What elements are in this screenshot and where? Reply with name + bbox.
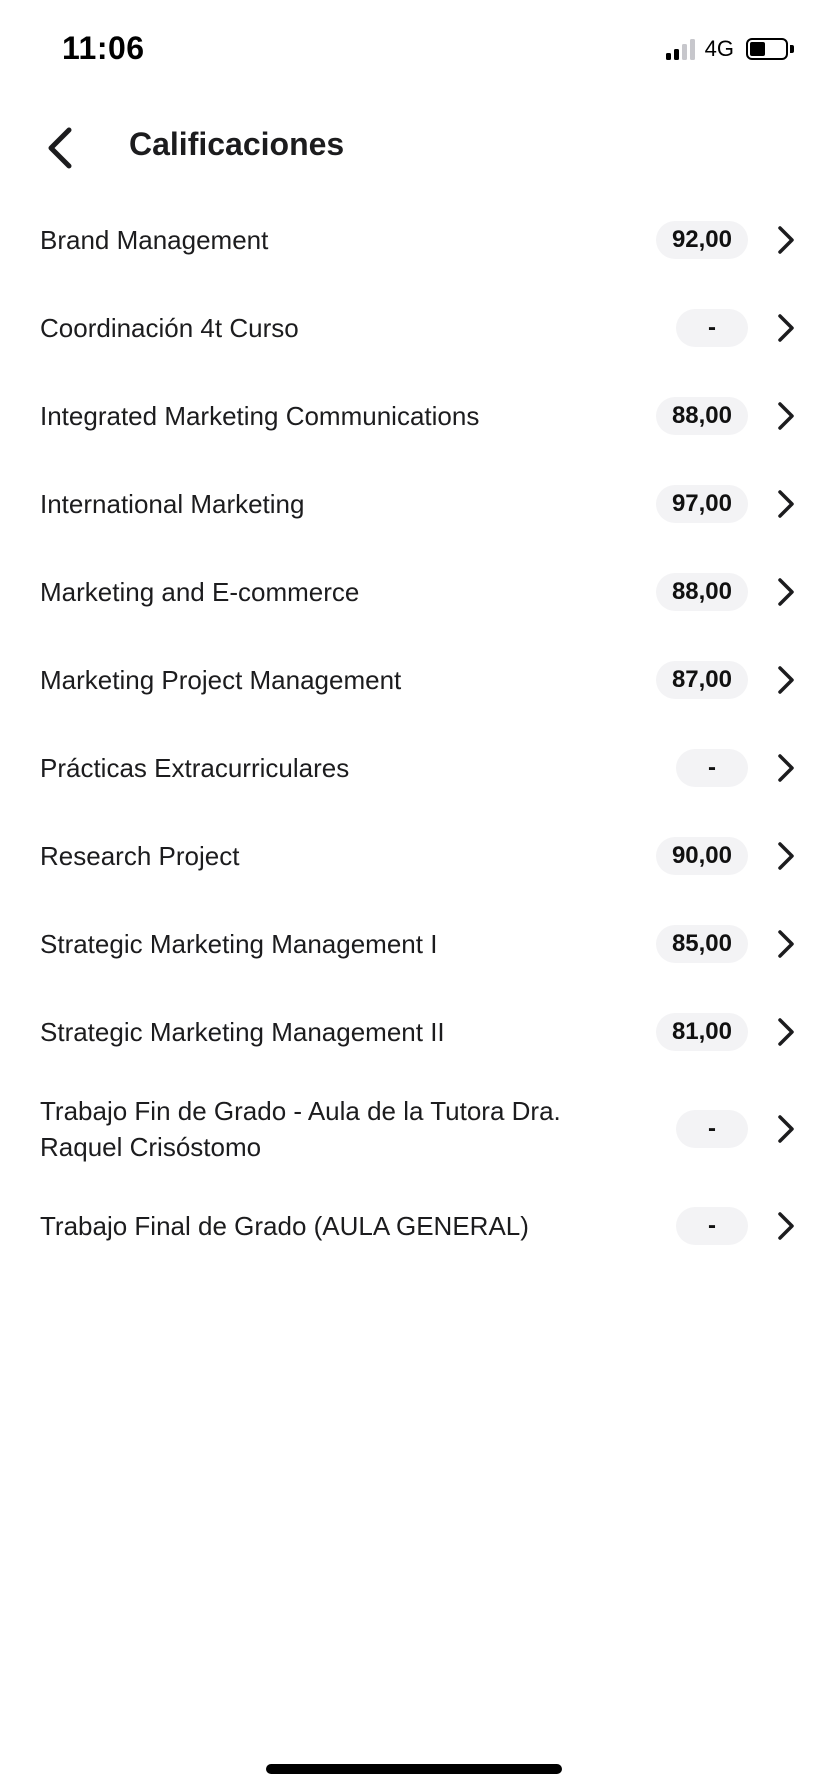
course-name: Marketing and E-commerce bbox=[40, 577, 360, 607]
grade-row[interactable]: International Marketing 97,00 bbox=[0, 460, 828, 548]
grade-row[interactable]: Integrated Marketing Communications 88,00 bbox=[0, 372, 828, 460]
network-type: 4G bbox=[704, 36, 734, 61]
battery-icon bbox=[746, 38, 794, 60]
grade-row[interactable]: Marketing Project Management 87,00 bbox=[0, 636, 828, 724]
grade-badge: 81,00 bbox=[655, 1013, 748, 1051]
status-indicators: 4G bbox=[665, 36, 794, 62]
course-name: Strategic Marketing Management I bbox=[40, 929, 438, 959]
chevron-right-icon bbox=[778, 930, 794, 958]
signal-bar bbox=[673, 49, 679, 60]
grade-badge: - bbox=[676, 309, 748, 347]
course-name: Research Project bbox=[40, 841, 240, 871]
status-bar: 11:06 4G bbox=[0, 0, 828, 100]
chevron-right-icon bbox=[778, 666, 794, 694]
grade-badge: 88,00 bbox=[655, 573, 748, 611]
course-name: Coordinación 4t Curso bbox=[40, 313, 299, 343]
grade-badge: - bbox=[676, 1207, 748, 1245]
grade-row[interactable]: Strategic Marketing Management II 81,00 bbox=[0, 988, 828, 1076]
page-title: Calificaciones bbox=[129, 126, 345, 162]
course-name: Marketing Project Management bbox=[40, 665, 402, 695]
grade-row[interactable]: Brand Management 92,00 bbox=[0, 196, 828, 284]
back-button[interactable] bbox=[32, 120, 88, 176]
grade-badge: - bbox=[676, 1110, 748, 1148]
course-name: Integrated Marketing Communications bbox=[40, 401, 480, 431]
grade-row[interactable]: Research Project 90,00 bbox=[0, 812, 828, 900]
signal-icon bbox=[665, 38, 695, 60]
chevron-right-icon bbox=[778, 490, 794, 518]
grade-row[interactable]: Coordinación 4t Curso - bbox=[0, 284, 828, 372]
course-name: Strategic Marketing Management II bbox=[40, 1017, 445, 1047]
chevron-right-icon bbox=[778, 842, 794, 870]
chevron-left-icon bbox=[48, 127, 72, 169]
chevron-right-icon bbox=[778, 314, 794, 342]
status-time: 11:06 bbox=[62, 30, 145, 66]
course-name: Brand Management bbox=[40, 225, 269, 255]
course-name: International Marketing bbox=[40, 489, 305, 519]
chevron-right-icon bbox=[778, 1212, 794, 1240]
grade-badge: 85,00 bbox=[655, 925, 748, 963]
signal-bar bbox=[681, 44, 687, 60]
chevron-right-icon bbox=[778, 402, 794, 430]
grade-badge: - bbox=[676, 749, 748, 787]
grade-badge: 87,00 bbox=[655, 661, 748, 699]
chevron-right-icon bbox=[778, 226, 794, 254]
chevron-right-icon bbox=[778, 1115, 794, 1143]
nav-header: Calificaciones bbox=[0, 110, 828, 186]
grade-row[interactable]: Trabajo Fin de Grado - Aula de la Tutora… bbox=[0, 1076, 828, 1182]
grade-badge: 88,00 bbox=[655, 397, 748, 435]
grade-row[interactable]: Strategic Marketing Management I 85,00 bbox=[0, 900, 828, 988]
home-indicator bbox=[266, 1764, 562, 1774]
grade-badge: 97,00 bbox=[655, 485, 748, 523]
course-name: Trabajo Final de Grado (AULA GENERAL) bbox=[40, 1211, 529, 1241]
grade-row[interactable]: Trabajo Final de Grado (AULA GENERAL) - bbox=[0, 1182, 828, 1270]
grade-row[interactable]: Marketing and E-commerce 88,00 bbox=[0, 548, 828, 636]
grades-list: Brand Management 92,00 Coordinación 4t Cur… bbox=[0, 196, 828, 1270]
signal-bar bbox=[665, 53, 671, 60]
grade-badge: 90,00 bbox=[655, 837, 748, 875]
chevron-right-icon bbox=[778, 754, 794, 782]
signal-bar bbox=[689, 39, 695, 60]
chevron-right-icon bbox=[778, 578, 794, 606]
course-name: Prácticas Extracurriculares bbox=[40, 753, 350, 783]
grade-badge: 92,00 bbox=[655, 221, 748, 259]
chevron-right-icon bbox=[778, 1018, 794, 1046]
grade-row[interactable]: Prácticas Extracurriculares - bbox=[0, 724, 828, 812]
course-name: Trabajo Fin de Grado - Aula de la Tutora… bbox=[40, 1096, 561, 1162]
